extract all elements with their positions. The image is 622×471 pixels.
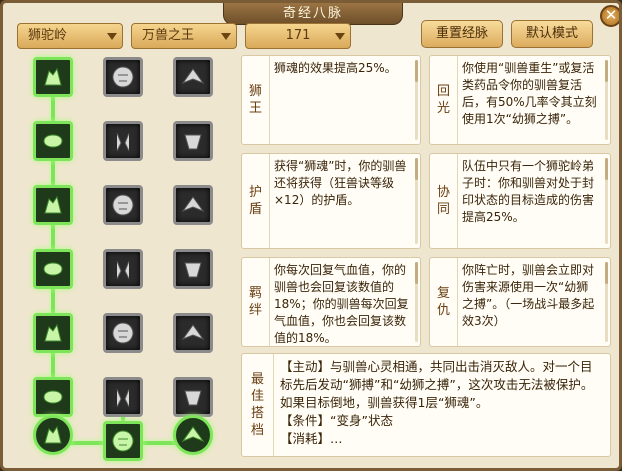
talent-label: 护盾 <box>242 154 270 248</box>
close-button[interactable]: ✕ <box>600 5 619 27</box>
talent-card-revenge[interactable]: 复仇你阵亡时，驯兽会立即对伤害来源使用一次“幼狮之搏”。（一场战斗最多起效3次） <box>429 257 611 347</box>
meridian-node[interactable] <box>173 185 213 225</box>
meridian-node[interactable] <box>103 57 143 97</box>
heart-icon <box>184 390 202 406</box>
meridian-node[interactable] <box>103 313 143 353</box>
best-partner-label: 最佳搭档 <box>242 354 274 456</box>
beast-roar-icon <box>181 68 205 85</box>
panther-icon <box>181 324 205 341</box>
meridian-node[interactable] <box>173 57 213 97</box>
talent-card-revive[interactable]: 回光你使用“驯兽重生”或复活类药品令你的驯兽复活后，有50%几率令其立刻使用1次… <box>429 55 611 145</box>
armor-icon <box>44 195 62 214</box>
talent-label: 协同 <box>430 154 458 248</box>
talent-text: 狮魂的效果提高25%。 <box>274 61 397 75</box>
talent-label: 回光 <box>430 56 458 144</box>
best-partner-line: 【消耗】… <box>280 431 343 446</box>
rabbit-spirit-icon <box>44 323 62 342</box>
meridian-node[interactable] <box>103 249 143 289</box>
meridian-node[interactable] <box>173 377 213 417</box>
talent-card-synergy[interactable]: 协同队伍中只有一个狮驼岭弟子时：你和驯兽对处于封印状态的目标造成的伤害提高25%… <box>429 153 611 249</box>
meridian-node[interactable] <box>33 121 73 161</box>
skull-plus-icon <box>116 388 130 408</box>
branch-dropdown[interactable]: 万兽之王 <box>131 23 237 49</box>
talent-label: 复仇 <box>430 258 458 346</box>
beast-heal-icon <box>43 134 63 148</box>
meridian-window: 奇经八脉 ✕ 狮驼岭 万兽之王 171 重置经脉 默认模式 狮王狮魂的效果提高2… <box>0 0 622 471</box>
talent-card-bond[interactable]: 羁绊你每次回复气血值，你的驯兽也会回复该数值的18%；你的驯兽每次回复气血值，你… <box>241 257 421 347</box>
chevron-down-icon <box>335 33 345 40</box>
swords-icon <box>116 260 130 280</box>
talent-card-shield[interactable]: 护盾获得“狮魂”时，你的驯兽还将获得（狂兽诀等级×12）的护盾。 <box>241 153 421 249</box>
lion-cub-icon <box>43 262 63 276</box>
meridian-node[interactable] <box>33 185 73 225</box>
bone-icon <box>112 322 134 344</box>
best-partner-card[interactable]: 最佳搭档 【主动】与驯兽心灵相通，共同出击消灭敌人。对一个目标先后发动“狮搏”和… <box>241 353 611 457</box>
charging-lion-icon <box>181 196 205 213</box>
school-dropdown-value: 狮驼岭 <box>28 28 68 43</box>
chevron-down-icon <box>221 33 231 40</box>
meridian-node[interactable] <box>33 377 73 417</box>
meridian-node[interactable] <box>103 377 143 417</box>
level-dropdown[interactable]: 171 <box>245 23 351 49</box>
branch-dropdown-value: 万兽之王 <box>142 28 195 43</box>
best-partner-line: 【条件】“变身”状态 <box>280 413 393 428</box>
talent-text: 队伍中只有一个狮驼岭弟子时：你和驯兽对处于封印状态的目标造成的伤害提高25%。 <box>462 159 595 224</box>
level-dropdown-value: 171 <box>285 28 311 43</box>
meridian-node[interactable] <box>173 121 213 161</box>
best-partner-text: 【主动】与驯兽心灵相通，共同出击消灭敌人。对一个目标先后发动“狮搏”和“幼狮之搏… <box>280 358 600 454</box>
window-title: 奇经八脉 <box>223 3 403 25</box>
meridian-node[interactable] <box>33 313 73 353</box>
meridian-tree <box>15 51 233 468</box>
talent-label: 羁绊 <box>242 258 270 346</box>
meridian-node[interactable] <box>103 185 143 225</box>
sprint-icon <box>43 390 63 404</box>
meridian-node[interactable] <box>173 415 213 455</box>
lion-face-icon <box>112 66 134 88</box>
reset-meridian-button[interactable]: 重置经脉 <box>421 20 503 48</box>
scrollbar[interactable] <box>415 158 418 244</box>
talent-text: 你阵亡时，驯兽会立即对伤害来源使用一次“幼狮之搏”。（一场战斗最多起效3次） <box>462 263 595 328</box>
best-partner-line: 【主动】与驯兽心灵相通，共同出击消灭敌人。对一个目标先后发动“狮搏”和“幼狮之搏… <box>280 359 594 410</box>
stone-beast-icon <box>184 134 202 150</box>
meridian-node[interactable] <box>33 57 73 97</box>
lion-head-icon <box>44 67 62 86</box>
scrollbar[interactable] <box>415 262 418 342</box>
meridian-node[interactable] <box>33 415 73 455</box>
scrollbar[interactable] <box>605 158 608 244</box>
meridian-node[interactable] <box>33 249 73 289</box>
default-mode-button[interactable]: 默认模式 <box>511 20 593 48</box>
chevron-down-icon <box>107 33 117 40</box>
scrollbar[interactable] <box>605 262 608 342</box>
school-dropdown[interactable]: 狮驼岭 <box>17 23 123 49</box>
beast-hide-icon <box>112 194 134 216</box>
swirl-orb-icon <box>44 425 62 444</box>
talent-text: 你每次回复气血值，你的驯兽也会回复该数值的18%；你的驯兽每次回复气血值，你也会… <box>274 263 409 344</box>
talent-card-lion-king[interactable]: 狮王狮魂的效果提高25%。 <box>241 55 421 145</box>
scrollbar[interactable] <box>415 60 418 140</box>
talent-label: 狮王 <box>242 56 270 144</box>
swirl-orb-icon <box>181 426 205 443</box>
meridian-node[interactable] <box>103 421 143 461</box>
dragon-icon <box>184 262 202 278</box>
meridian-node[interactable] <box>173 249 213 289</box>
talent-text: 你使用“驯兽重生”或复活类药品令你的驯兽复活后，有50%几率令其立刻使用1次“幼… <box>462 61 597 126</box>
close-icon: ✕ <box>604 6 618 24</box>
meridian-node[interactable] <box>103 121 143 161</box>
talent-text: 获得“狮魂”时，你的驯兽还将获得（狂兽诀等级×12）的护盾。 <box>274 159 407 207</box>
wolf-claw-icon <box>116 132 130 152</box>
scrollbar[interactable] <box>605 60 608 140</box>
meridian-node[interactable] <box>173 313 213 353</box>
wing-icon <box>112 430 134 452</box>
